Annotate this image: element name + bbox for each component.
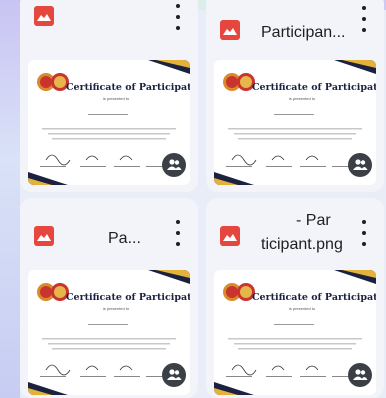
more-vert-icon[interactable] bbox=[358, 6, 370, 32]
file-card[interactable]: Participan... Certificate of Participat … bbox=[206, 0, 384, 192]
people-icon[interactable] bbox=[162, 153, 186, 177]
people-icon[interactable] bbox=[348, 153, 372, 177]
more-vert-icon[interactable] bbox=[358, 220, 370, 246]
certificate-subtitle: is presented to bbox=[288, 96, 316, 101]
image-file-icon bbox=[34, 6, 54, 26]
certificate-subtitle: is presented to bbox=[288, 306, 316, 311]
certificate-title: Certificate of Participation bbox=[66, 82, 190, 93]
file-card[interactable]: Pa... Certificate of Participat is prese… bbox=[20, 198, 198, 398]
image-file-icon bbox=[34, 226, 54, 246]
file-card-header: Pa... bbox=[20, 198, 198, 254]
file-thumbnail[interactable]: Certificate of Participation is presente… bbox=[214, 270, 376, 395]
people-icon[interactable] bbox=[162, 363, 186, 387]
file-thumbnail[interactable]: Certificate of Participation is presente… bbox=[28, 60, 190, 185]
file-thumbnail[interactable]: Certificate of Participation is presente… bbox=[28, 270, 190, 395]
image-file-icon bbox=[220, 226, 240, 246]
file-grid: Certificate of Participation is presente… bbox=[0, 0, 386, 398]
file-name-line-1: - Par bbox=[296, 212, 331, 229]
more-vert-icon[interactable] bbox=[172, 4, 184, 30]
certificate-subtitle: is presented to bbox=[102, 306, 130, 311]
file-name: Participan... bbox=[261, 24, 346, 41]
image-file-icon bbox=[220, 20, 240, 40]
certificate-title: Certificate of Participation bbox=[252, 82, 376, 93]
certificate-title: Certificate of Participation bbox=[252, 292, 376, 303]
more-vert-icon[interactable] bbox=[172, 220, 184, 246]
file-card-header bbox=[20, 0, 198, 48]
file-thumbnail[interactable]: Certificate of Participation is presente… bbox=[214, 60, 376, 185]
file-card-header: Participan... bbox=[206, 0, 384, 48]
file-card[interactable]: Certificate of Participation is presente… bbox=[20, 0, 198, 192]
file-card[interactable]: - Par ticipant.png Certificate of Partic… bbox=[206, 198, 384, 398]
file-card-header: - Par ticipant.png bbox=[206, 198, 384, 254]
certificate-title: Certificate of Participation bbox=[66, 292, 190, 303]
people-icon[interactable] bbox=[348, 363, 372, 387]
file-name: Pa... bbox=[108, 230, 141, 247]
file-name-line-2: ticipant.png bbox=[261, 236, 343, 253]
certificate-subtitle: is presented to bbox=[102, 96, 130, 101]
